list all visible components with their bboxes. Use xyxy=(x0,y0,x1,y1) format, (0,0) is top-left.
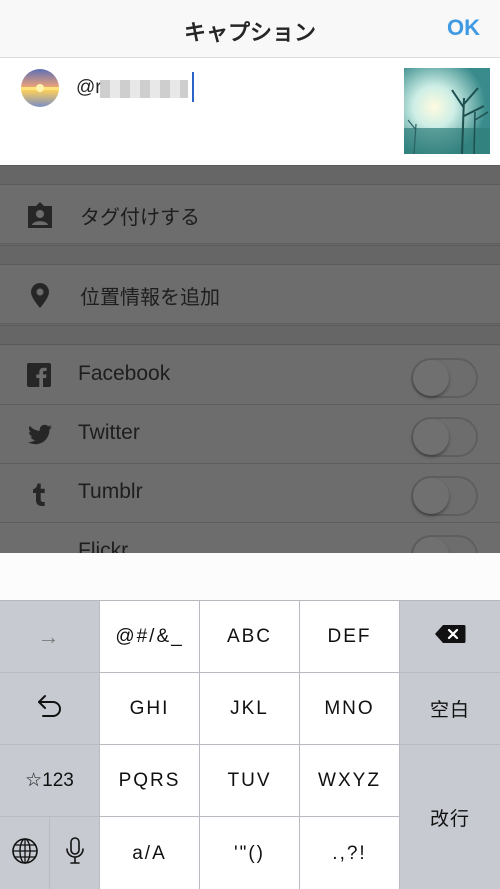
delete-key[interactable] xyxy=(400,601,500,673)
tumblr-icon xyxy=(25,479,55,509)
keyboard: → @#/&_ ABC DEF GHI JKL MNO 空白 ☆123 PQRS… xyxy=(0,600,500,889)
navigation-bar: キャプション OK xyxy=(0,0,500,58)
share-label-flickr: Flickr xyxy=(78,539,129,553)
mno-key[interactable]: MNO xyxy=(300,673,400,745)
symbols-key[interactable]: @#/&_ xyxy=(100,601,200,673)
tag-people-label: タグ付けする xyxy=(80,205,200,229)
toggle-knob xyxy=(413,537,449,553)
keyboard-top-gap xyxy=(0,553,500,600)
tumblr-toggle[interactable] xyxy=(411,476,478,516)
backspace-icon xyxy=(434,624,466,650)
twitter-icon xyxy=(25,420,55,450)
abc-key[interactable]: ABC xyxy=(200,601,300,673)
tag-people-row[interactable]: タグ付けする xyxy=(0,185,500,244)
avatar xyxy=(21,69,59,107)
share-label-facebook: Facebook xyxy=(78,362,171,385)
add-location-row[interactable]: 位置情報を追加 xyxy=(0,265,500,324)
section-divider xyxy=(0,165,500,185)
globe-key[interactable] xyxy=(0,817,50,889)
globe-icon xyxy=(11,837,39,871)
quotes-key[interactable]: '"() xyxy=(200,817,300,889)
redacted-username xyxy=(100,80,188,98)
share-label-twitter: Twitter xyxy=(78,421,140,444)
share-row-facebook[interactable]: Facebook xyxy=(0,346,500,405)
pqrs-key[interactable]: PQRS xyxy=(100,745,200,817)
share-label-tumblr: Tumblr xyxy=(78,480,143,503)
share-row-flickr[interactable]: Flickr xyxy=(0,523,500,553)
toggle-knob xyxy=(413,478,449,514)
flickr-toggle[interactable] xyxy=(411,535,478,553)
numbers-key[interactable]: ☆123 xyxy=(0,745,100,817)
undo-key[interactable] xyxy=(0,673,100,745)
space-key[interactable]: 空白 xyxy=(400,673,500,745)
punctuation-key[interactable]: .,?! xyxy=(300,817,400,889)
undo-icon xyxy=(35,692,65,726)
microphone-icon xyxy=(65,836,85,872)
facebook-icon xyxy=(25,361,55,391)
wxyz-key[interactable]: WXYZ xyxy=(300,745,400,817)
arrow-forward-key[interactable]: → xyxy=(0,601,100,673)
toggle-knob xyxy=(413,419,449,455)
def-key[interactable]: DEF xyxy=(300,601,400,673)
tag-person-icon xyxy=(25,200,55,230)
add-location-label: 位置情報を追加 xyxy=(80,285,220,309)
ghi-key[interactable]: GHI xyxy=(100,673,200,745)
page-title: キャプション xyxy=(183,21,316,46)
caption-input[interactable]: @r xyxy=(76,77,102,99)
post-options-list: タグ付けする 位置情報を追加 Facebook Twitter Tumblr F… xyxy=(0,165,500,553)
section-divider xyxy=(0,325,500,345)
return-key[interactable]: 改行 xyxy=(400,745,500,889)
case-toggle-key[interactable]: a/A xyxy=(100,817,200,889)
share-row-tumblr[interactable]: Tumblr xyxy=(0,464,500,523)
section-divider xyxy=(0,245,500,265)
caption-area: @r xyxy=(0,58,500,165)
tuv-key[interactable]: TUV xyxy=(200,745,300,817)
post-thumbnail xyxy=(404,68,490,154)
flickr-icon xyxy=(25,538,55,553)
toggle-knob xyxy=(413,360,449,396)
dictation-key[interactable] xyxy=(50,817,100,889)
jkl-key[interactable]: JKL xyxy=(200,673,300,745)
twitter-toggle[interactable] xyxy=(411,417,478,457)
share-row-twitter[interactable]: Twitter xyxy=(0,405,500,464)
text-cursor xyxy=(192,72,194,102)
facebook-toggle[interactable] xyxy=(411,358,478,398)
location-pin-icon xyxy=(25,280,55,310)
ok-button[interactable]: OK xyxy=(447,15,480,41)
